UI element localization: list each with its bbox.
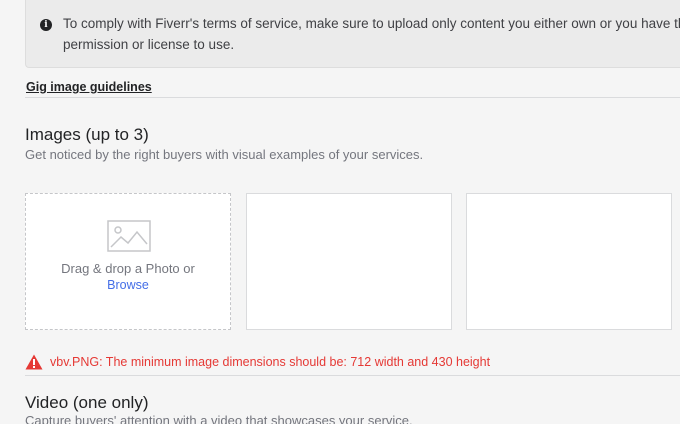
divider	[25, 97, 680, 98]
image-slot-2[interactable]	[246, 193, 452, 330]
browse-link[interactable]: Browse	[26, 278, 230, 292]
video-section-title: Video (one only)	[25, 393, 149, 412]
divider	[25, 375, 680, 376]
gig-gallery-page: i To comply with Fiverr's terms of servi…	[0, 0, 680, 424]
video-section-subtitle: Capture buyers' attention with a video t…	[25, 413, 413, 424]
image-placeholder-icon	[107, 220, 151, 252]
terms-notice: i To comply with Fiverr's terms of servi…	[25, 0, 680, 68]
image-slot-3[interactable]	[466, 193, 672, 330]
images-section-title: Images (up to 3)	[25, 125, 149, 144]
gig-image-guidelines-link[interactable]: Gig image guidelines	[26, 80, 152, 94]
dropzone-text: Drag & drop a Photo or	[61, 261, 195, 276]
info-icon: i	[40, 19, 52, 31]
notice-text: To comply with Fiverr's terms of service…	[63, 16, 680, 52]
error-message: vbv.PNG: The minimum image dimensions sh…	[50, 355, 491, 369]
images-section-subtitle: Get noticed by the right buyers with vis…	[25, 147, 424, 162]
warning-icon	[25, 354, 43, 370]
image-dropzone[interactable]: Drag & drop a Photo or Browse	[25, 193, 231, 330]
